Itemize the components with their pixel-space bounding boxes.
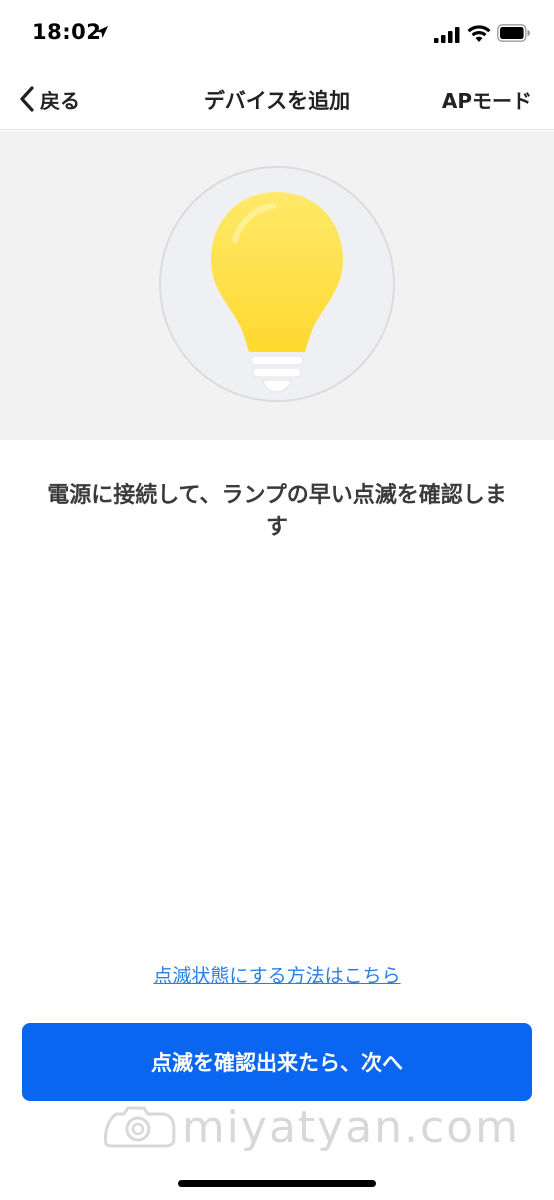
signal-bars-icon: [434, 27, 460, 43]
watermark: miyatyan.com: [100, 1101, 520, 1153]
blink-help-link[interactable]: 点滅状態にする方法はこちら: [0, 961, 554, 988]
light-bulb-icon: [211, 192, 343, 393]
camera-logo-icon: [104, 1106, 176, 1148]
chevron-left-icon: [20, 86, 34, 112]
status-bar: 18:02: [0, 0, 554, 68]
back-label: 戻る: [40, 88, 80, 113]
wifi-icon: [467, 25, 491, 42]
device-illustration-area: [0, 131, 554, 440]
home-indicator: [178, 1180, 376, 1187]
nav-bar: 戻る デバイスを追加 APモード: [0, 68, 554, 130]
watermark-text: miyatyan.com: [181, 1101, 520, 1153]
location-arrow-icon: [96, 26, 108, 38]
battery-icon: [497, 24, 530, 42]
ap-mode-button[interactable]: APモード: [442, 85, 532, 114]
status-time: 18:02: [32, 20, 102, 44]
next-button[interactable]: 点滅を確認出来たら、次へ: [22, 1023, 532, 1101]
back-button[interactable]: 戻る: [18, 82, 80, 116]
instruction-text: 電源に接続して、ランプの早い点滅を確認します: [47, 483, 507, 540]
